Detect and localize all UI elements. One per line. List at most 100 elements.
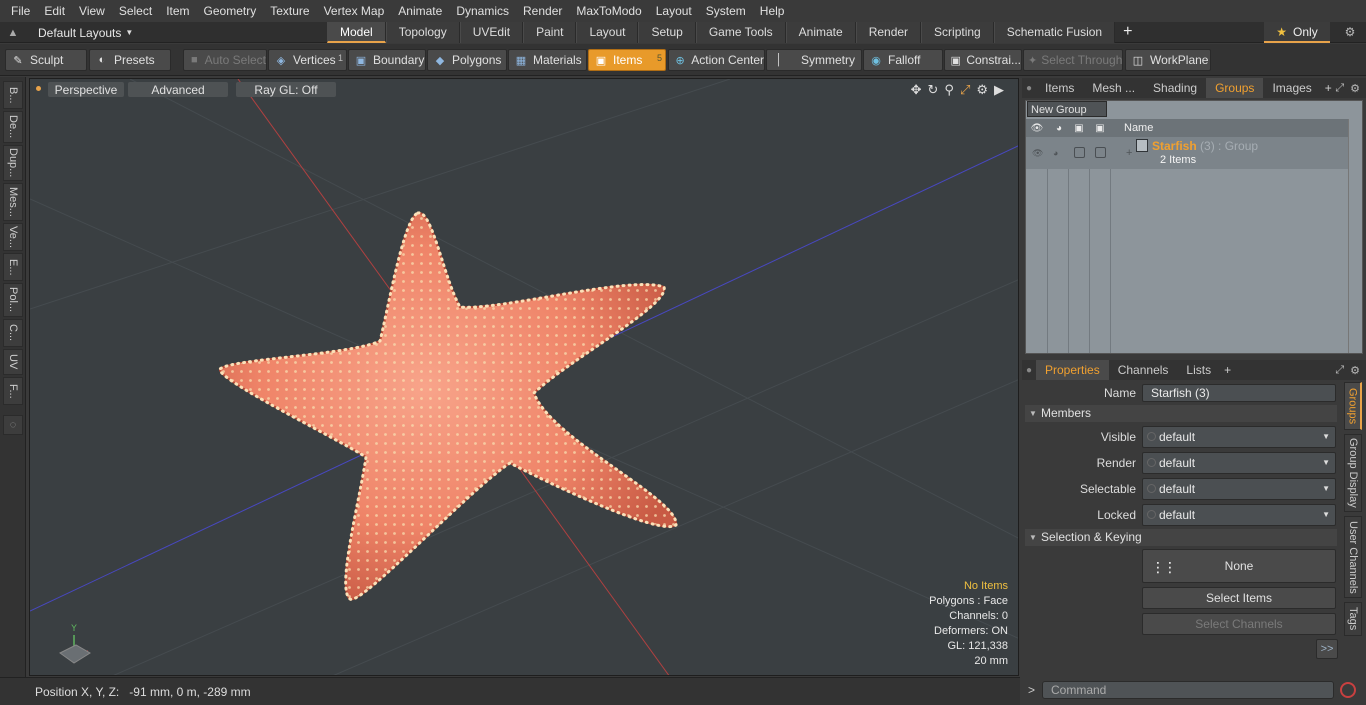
- symmetry-button[interactable]: │ Symmetry: [766, 49, 862, 71]
- menu-file[interactable]: File: [4, 0, 37, 22]
- side-tab-user-channels[interactable]: User Channels: [1344, 516, 1362, 598]
- menu-maxtomodo[interactable]: MaxToModo: [569, 0, 648, 22]
- render-dropdown[interactable]: default ▼: [1142, 452, 1336, 474]
- menu-item[interactable]: Item: [159, 0, 196, 22]
- members-section[interactable]: ▼ Members: [1025, 405, 1337, 422]
- selection-keying-section[interactable]: ▼ Selection & Keying: [1025, 529, 1337, 546]
- materials-button[interactable]: ▦ Materials: [508, 49, 587, 71]
- vertices-button[interactable]: ◈ Vertices 1: [268, 49, 347, 71]
- presets-button[interactable]: ◐ Presets: [89, 49, 171, 71]
- tab-properties[interactable]: Properties: [1036, 360, 1109, 380]
- panel-gear-icon[interactable]: ⚙: [1350, 82, 1360, 95]
- boundary-button[interactable]: ▣ Boundary: [348, 49, 426, 71]
- left-tab-basic[interactable]: B...: [3, 81, 23, 109]
- workplane-button[interactable]: ◫ WorkPlane: [1125, 49, 1211, 71]
- tab-images[interactable]: Images: [1263, 78, 1320, 98]
- left-tab-deform[interactable]: De...: [3, 111, 23, 143]
- menu-texture[interactable]: Texture: [263, 0, 316, 22]
- menu-help[interactable]: Help: [753, 0, 792, 22]
- side-tab-group-display[interactable]: Group Display: [1344, 434, 1362, 512]
- tab-layout[interactable]: Layout: [576, 22, 639, 43]
- select-channels-button[interactable]: Select Channels: [1142, 613, 1336, 635]
- items-button[interactable]: ▣ Items 5: [588, 49, 666, 71]
- tab-model[interactable]: Model: [327, 22, 386, 43]
- tab-scripting[interactable]: Scripting: [921, 22, 994, 43]
- record-icon[interactable]: [1340, 682, 1356, 698]
- pan-icon[interactable]: ✥: [911, 82, 922, 98]
- raygl-toggle[interactable]: Ray GL: Off: [236, 82, 336, 97]
- lock-icon[interactable]: ▣: [1072, 121, 1086, 135]
- tab-render[interactable]: Render: [855, 22, 922, 43]
- tab-setup[interactable]: Setup: [638, 22, 696, 43]
- menu-edit[interactable]: Edit: [37, 0, 72, 22]
- left-tab-vertex[interactable]: Ve...: [3, 223, 23, 251]
- row-lock-checkbox[interactable]: [1074, 147, 1085, 158]
- 3d-viewport[interactable]: Y Perspective Advanced Ray GL: Off ✥ ↻ ⚲…: [29, 78, 1019, 676]
- tab-shading[interactable]: Shading: [1144, 78, 1206, 98]
- row-eye-icon[interactable]: 👁: [1032, 148, 1043, 159]
- only-button[interactable]: ★ Only: [1264, 22, 1330, 43]
- select-icon[interactable]: ▣: [1093, 121, 1107, 135]
- perspective-dropdown[interactable]: Perspective: [48, 82, 124, 97]
- name-field[interactable]: Starfish (3): [1142, 384, 1336, 402]
- tab-paint[interactable]: Paint: [523, 22, 577, 43]
- layouts-dropdown[interactable]: ▲ Default Layouts ▼: [0, 22, 134, 43]
- menu-geometry[interactable]: Geometry: [197, 0, 264, 22]
- left-tab-uv[interactable]: UV: [3, 349, 23, 375]
- more-button[interactable]: >>: [1316, 639, 1338, 659]
- menu-select[interactable]: Select: [112, 0, 159, 22]
- menu-vertex-map[interactable]: Vertex Map: [317, 0, 392, 22]
- panel-menu-dot[interactable]: ●: [1022, 365, 1036, 376]
- row-render-icon[interactable]: ◕: [1053, 148, 1064, 159]
- action-center-button[interactable]: ⊕ Action Center: [668, 49, 765, 71]
- tab-channels[interactable]: Channels: [1109, 360, 1178, 380]
- add-panel-tab-icon[interactable]: +: [1220, 363, 1235, 377]
- command-input[interactable]: Command: [1042, 681, 1334, 699]
- menu-render[interactable]: Render: [516, 0, 569, 22]
- tab-lists[interactable]: Lists: [1177, 360, 1220, 380]
- side-tab-tags[interactable]: Tags: [1344, 602, 1362, 636]
- panel-menu-dot[interactable]: ●: [1022, 83, 1036, 94]
- menu-system[interactable]: System: [699, 0, 753, 22]
- expand-icon[interactable]: ⤢: [1335, 364, 1344, 377]
- render-icon[interactable]: ◕: [1052, 121, 1066, 135]
- visible-dropdown[interactable]: default ▼: [1142, 426, 1336, 448]
- polygons-button[interactable]: ◆ Polygons: [427, 49, 507, 71]
- left-tab-collapse[interactable]: ◌: [3, 415, 23, 435]
- rotate-icon[interactable]: ↻: [928, 82, 939, 98]
- left-tab-fusion[interactable]: F...: [3, 377, 23, 405]
- left-tab-edge[interactable]: E...: [3, 253, 23, 281]
- gear-icon[interactable]: ⚙: [1338, 22, 1362, 43]
- group-row-starfish[interactable]: 👁 ◕ + Starfish (3) : Group 2 Items: [1026, 137, 1348, 169]
- tab-items[interactable]: Items: [1036, 78, 1083, 98]
- locked-dropdown[interactable]: default ▼: [1142, 504, 1336, 526]
- none-button[interactable]: ⋮⋮ None: [1142, 549, 1336, 583]
- add-panel-tab-icon[interactable]: +: [1321, 81, 1336, 95]
- auto-select-button[interactable]: ■ Auto Select: [183, 49, 267, 71]
- play-icon[interactable]: ▶: [994, 82, 1004, 98]
- menu-layout[interactable]: Layout: [649, 0, 699, 22]
- left-tab-curve[interactable]: C...: [3, 319, 23, 347]
- tab-topology[interactable]: Topology: [385, 22, 460, 43]
- tab-mesh[interactable]: Mesh ...: [1083, 78, 1144, 98]
- expand-plus-icon[interactable]: +: [1126, 147, 1132, 159]
- tab-schematic-fusion[interactable]: Schematic Fusion: [993, 22, 1116, 43]
- left-tab-mesh[interactable]: Mes...: [3, 183, 23, 221]
- zoom-icon[interactable]: ⚲: [944, 82, 954, 98]
- add-tab-icon[interactable]: +: [1115, 22, 1140, 43]
- tab-animate[interactable]: Animate: [785, 22, 856, 43]
- maximize-icon[interactable]: ⤢: [960, 82, 970, 98]
- select-items-button[interactable]: Select Items: [1142, 587, 1336, 609]
- menu-dynamics[interactable]: Dynamics: [449, 0, 516, 22]
- menu-view[interactable]: View: [72, 0, 112, 22]
- falloff-button[interactable]: ◉ Falloff: [863, 49, 943, 71]
- constraints-button[interactable]: ▣ Constrai...: [944, 49, 1022, 71]
- selectable-dropdown[interactable]: default ▼: [1142, 478, 1336, 500]
- new-group-button[interactable]: New Group: [1027, 101, 1107, 117]
- left-tab-polygon[interactable]: Pol...: [3, 283, 23, 317]
- tab-game-tools[interactable]: Game Tools: [695, 22, 786, 43]
- shading-mode-dropdown[interactable]: Advanced: [128, 82, 228, 97]
- left-tab-duplicate[interactable]: Dup...: [3, 145, 23, 181]
- expand-icon[interactable]: ⤢: [1335, 82, 1344, 95]
- tab-uvedit[interactable]: UVEdit: [459, 22, 524, 43]
